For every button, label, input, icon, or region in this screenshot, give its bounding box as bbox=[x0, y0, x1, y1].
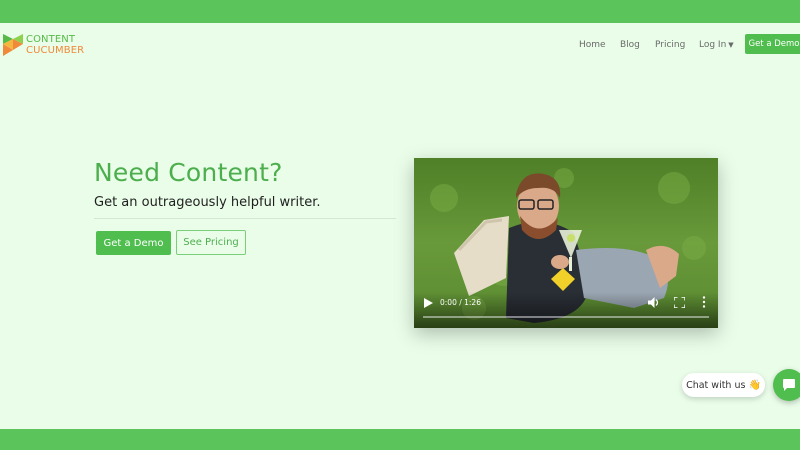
nav-pricing-label[interactable]: Pricing bbox=[655, 40, 685, 50]
logo-text: CONTENT CUCUMBER bbox=[26, 34, 84, 56]
video-progress-bar[interactable] bbox=[423, 316, 709, 318]
nav-home-label[interactable]: Home bbox=[579, 40, 606, 50]
top-accent-bar bbox=[0, 0, 800, 23]
hero-subtitle: Get an outrageously helpful writer. bbox=[94, 195, 321, 210]
more-options-icon[interactable] bbox=[700, 296, 708, 308]
get-demo-button[interactable]: Get a Demo bbox=[96, 231, 171, 255]
nav-home[interactable]: Home bbox=[579, 36, 606, 54]
logo-line1: CONTENT bbox=[26, 34, 76, 45]
play-icon[interactable] bbox=[423, 298, 433, 308]
hero-divider bbox=[94, 218, 396, 219]
chat-bubble-icon bbox=[783, 379, 795, 391]
video-player[interactable]: 0:00 / 1:26 bbox=[414, 158, 718, 328]
nav-blog-label[interactable]: Blog bbox=[620, 40, 640, 50]
see-pricing-button[interactable]: See Pricing bbox=[176, 230, 246, 255]
chat-launcher-button[interactable] bbox=[773, 369, 800, 401]
chat-label[interactable]: Chat with us bbox=[686, 380, 745, 391]
nav-login-label[interactable]: Log In bbox=[699, 40, 726, 50]
hero-title: Need Content? bbox=[94, 158, 283, 187]
logo-mark-icon bbox=[3, 34, 23, 56]
logo[interactable]: CONTENT CUCUMBER bbox=[3, 32, 103, 58]
logo-line2: CUCUMBER bbox=[26, 45, 85, 56]
chat-with-us-bubble[interactable]: Chat with us 👋 bbox=[682, 373, 765, 397]
nav-login-dropdown[interactable]: Log In ▼ bbox=[699, 36, 734, 54]
nav-pricing[interactable]: Pricing bbox=[655, 36, 685, 54]
nav-get-demo-button[interactable]: Get a Demo bbox=[745, 34, 800, 54]
caret-down-icon: ▼ bbox=[728, 41, 734, 49]
waving-hand-icon: 👋 bbox=[748, 379, 761, 391]
volume-icon[interactable] bbox=[648, 297, 660, 308]
bottom-accent-bar bbox=[0, 429, 800, 450]
fullscreen-icon[interactable] bbox=[674, 297, 685, 308]
nav-blog[interactable]: Blog bbox=[620, 36, 640, 54]
video-time: 0:00 / 1:26 bbox=[440, 298, 481, 307]
